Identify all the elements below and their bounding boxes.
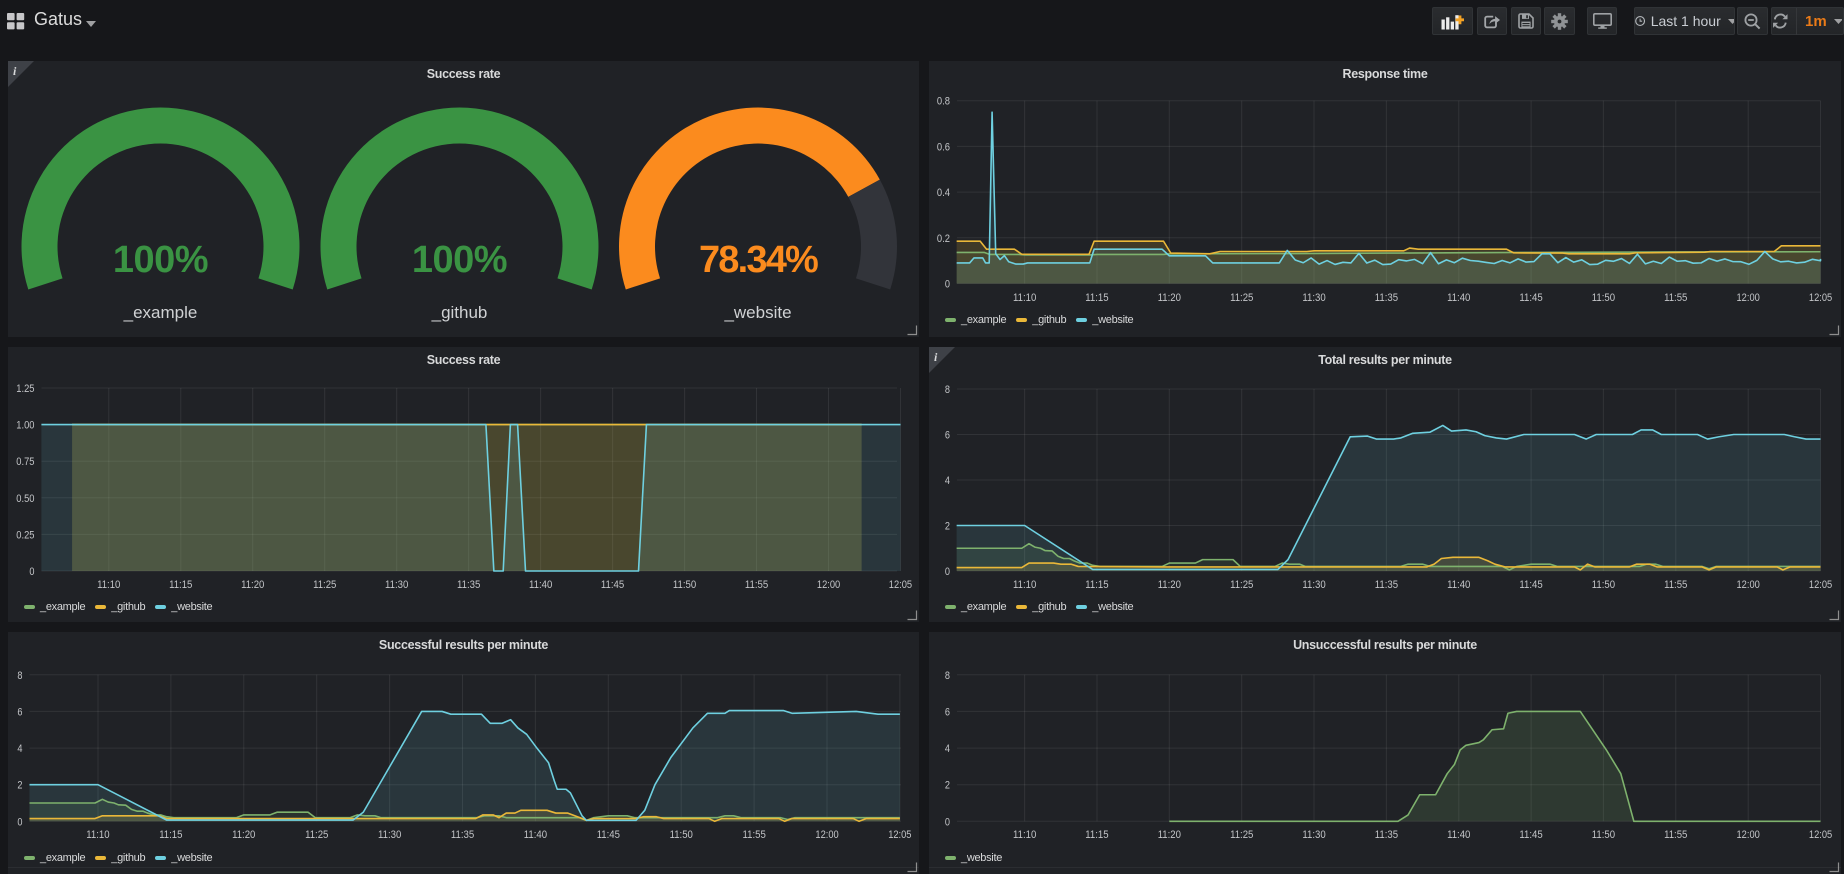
svg-text:2: 2 bbox=[945, 521, 950, 533]
svg-text:12:00: 12:00 bbox=[1737, 579, 1760, 591]
svg-text:11:50: 11:50 bbox=[1592, 292, 1615, 304]
svg-text:11:20: 11:20 bbox=[241, 579, 264, 591]
svg-text:11:25: 11:25 bbox=[1230, 829, 1253, 841]
svg-text:11:40: 11:40 bbox=[529, 579, 552, 591]
svg-text:11:50: 11:50 bbox=[673, 579, 696, 591]
svg-text:12:05: 12:05 bbox=[1809, 579, 1832, 591]
svg-text:11:40: 11:40 bbox=[1447, 579, 1470, 591]
svg-text:11:35: 11:35 bbox=[451, 829, 474, 841]
svg-text:0.25: 0.25 bbox=[16, 529, 34, 541]
svg-text:11:50: 11:50 bbox=[670, 829, 693, 841]
svg-text:11:25: 11:25 bbox=[305, 829, 328, 841]
svg-text:11:45: 11:45 bbox=[1519, 829, 1542, 841]
svg-text:11:35: 11:35 bbox=[1375, 292, 1398, 304]
svg-text:11:55: 11:55 bbox=[743, 829, 766, 841]
svg-text:12:00: 12:00 bbox=[1737, 829, 1760, 841]
svg-text:11:10: 11:10 bbox=[86, 829, 109, 841]
svg-text:11:30: 11:30 bbox=[1302, 829, 1325, 841]
svg-text:11:55: 11:55 bbox=[1664, 579, 1687, 591]
svg-text:12:00: 12:00 bbox=[817, 579, 840, 591]
svg-text:11:40: 11:40 bbox=[1447, 829, 1470, 841]
svg-text:11:10: 11:10 bbox=[1013, 292, 1036, 304]
svg-text:11:45: 11:45 bbox=[1519, 579, 1542, 591]
svg-text:11:45: 11:45 bbox=[601, 579, 624, 591]
svg-text:4: 4 bbox=[945, 743, 950, 755]
svg-text:11:30: 11:30 bbox=[1302, 579, 1325, 591]
svg-text:11:20: 11:20 bbox=[1158, 292, 1181, 304]
svg-text:_github: _github bbox=[431, 303, 488, 322]
svg-text:11:30: 11:30 bbox=[385, 579, 408, 591]
svg-text:11:45: 11:45 bbox=[597, 829, 620, 841]
svg-text:8: 8 bbox=[17, 670, 22, 682]
svg-text:0: 0 bbox=[945, 279, 950, 291]
svg-text:11:55: 11:55 bbox=[1664, 829, 1687, 841]
svg-text:11:45: 11:45 bbox=[1519, 292, 1542, 304]
svg-text:11:20: 11:20 bbox=[1158, 579, 1181, 591]
svg-text:1.25: 1.25 bbox=[16, 383, 34, 395]
svg-text:11:15: 11:15 bbox=[1085, 579, 1108, 591]
svg-text:4: 4 bbox=[945, 475, 950, 487]
svg-text:12:05: 12:05 bbox=[888, 829, 911, 841]
svg-text:11:50: 11:50 bbox=[1592, 579, 1615, 591]
svg-text:8: 8 bbox=[945, 384, 950, 396]
svg-text:11:25: 11:25 bbox=[1230, 579, 1253, 591]
svg-text:11:40: 11:40 bbox=[1447, 292, 1470, 304]
svg-text:8: 8 bbox=[945, 670, 950, 682]
svg-text:11:10: 11:10 bbox=[1013, 579, 1036, 591]
svg-text:4: 4 bbox=[17, 743, 22, 755]
svg-text:0: 0 bbox=[29, 566, 34, 578]
svg-text:11:15: 11:15 bbox=[1085, 829, 1108, 841]
svg-text:12:05: 12:05 bbox=[889, 579, 912, 591]
svg-text:0.75: 0.75 bbox=[16, 456, 34, 468]
svg-text:11:15: 11:15 bbox=[1085, 292, 1108, 304]
svg-text:0.8: 0.8 bbox=[937, 96, 950, 108]
svg-text:11:20: 11:20 bbox=[1158, 829, 1181, 841]
svg-text:6: 6 bbox=[945, 430, 950, 442]
svg-text:11:35: 11:35 bbox=[1375, 579, 1398, 591]
svg-text:11:10: 11:10 bbox=[97, 579, 120, 591]
svg-text:_example: _example bbox=[123, 303, 198, 322]
svg-text:11:30: 11:30 bbox=[378, 829, 401, 841]
svg-text:11:50: 11:50 bbox=[1592, 829, 1615, 841]
svg-text:11:15: 11:15 bbox=[159, 829, 182, 841]
svg-text:11:30: 11:30 bbox=[1302, 292, 1325, 304]
svg-text:100%: 100% bbox=[113, 239, 208, 281]
svg-text:6: 6 bbox=[17, 706, 22, 718]
svg-text:12:05: 12:05 bbox=[1809, 829, 1832, 841]
svg-text:11:20: 11:20 bbox=[232, 829, 255, 841]
svg-text:0.50: 0.50 bbox=[16, 493, 34, 505]
svg-text:11:55: 11:55 bbox=[1664, 292, 1687, 304]
svg-text:11:15: 11:15 bbox=[169, 579, 192, 591]
svg-text:1.00: 1.00 bbox=[16, 420, 34, 432]
svg-text:2: 2 bbox=[17, 780, 22, 792]
svg-text:100%: 100% bbox=[412, 239, 507, 281]
svg-text:0: 0 bbox=[945, 816, 950, 828]
svg-text:_website: _website bbox=[723, 303, 791, 322]
svg-text:78.34%: 78.34% bbox=[699, 239, 818, 281]
svg-text:0.6: 0.6 bbox=[937, 141, 950, 153]
svg-text:0: 0 bbox=[17, 816, 22, 828]
svg-text:11:10: 11:10 bbox=[1013, 829, 1036, 841]
svg-text:12:05: 12:05 bbox=[1809, 292, 1832, 304]
svg-text:12:00: 12:00 bbox=[815, 829, 838, 841]
svg-text:0.4: 0.4 bbox=[937, 187, 950, 199]
svg-text:11:25: 11:25 bbox=[313, 579, 336, 591]
svg-text:11:35: 11:35 bbox=[1375, 829, 1398, 841]
svg-text:11:25: 11:25 bbox=[1230, 292, 1253, 304]
svg-text:11:35: 11:35 bbox=[457, 579, 480, 591]
svg-text:6: 6 bbox=[945, 706, 950, 718]
svg-text:11:40: 11:40 bbox=[524, 829, 547, 841]
svg-text:12:00: 12:00 bbox=[1737, 292, 1760, 304]
svg-text:0.2: 0.2 bbox=[937, 233, 950, 245]
svg-text:2: 2 bbox=[945, 780, 950, 792]
svg-text:11:55: 11:55 bbox=[745, 579, 768, 591]
svg-text:0: 0 bbox=[945, 566, 950, 578]
